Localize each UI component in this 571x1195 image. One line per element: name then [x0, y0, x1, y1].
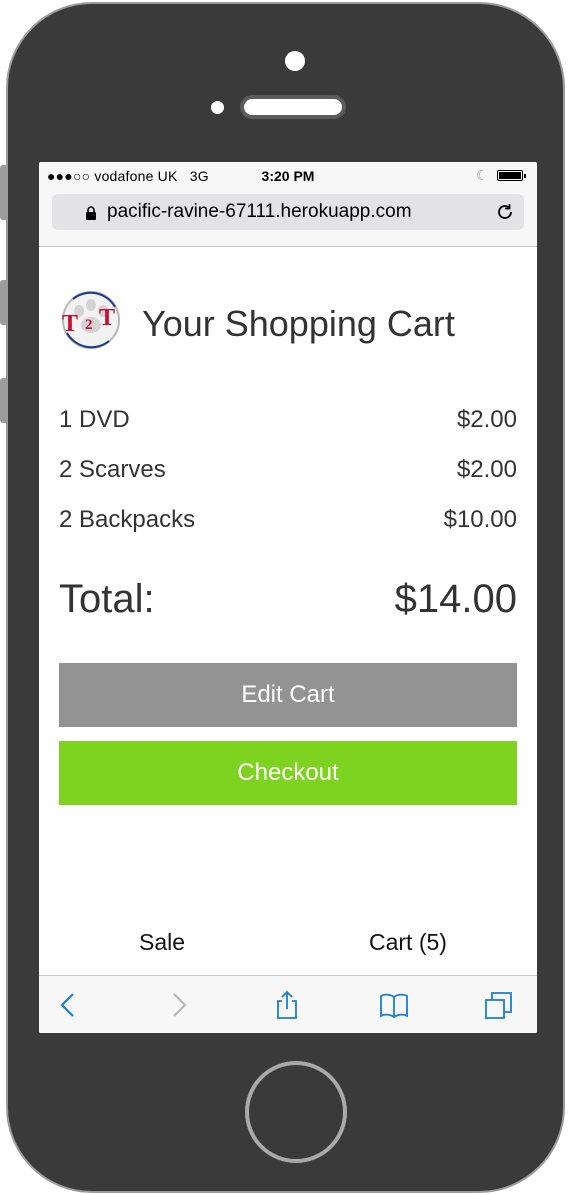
do-not-disturb-icon: ☾ — [476, 167, 489, 183]
item-name: 1 DVD — [59, 406, 130, 433]
bookmarks-icon[interactable] — [379, 990, 409, 1020]
cart-items: 1 DVD $2.00 2 Scarves $2.00 2 Backpacks … — [59, 402, 517, 552]
svg-text:T: T — [62, 311, 78, 337]
tabs-icon[interactable] — [484, 990, 514, 1020]
cart-item-row: 1 DVD $2.00 — [59, 402, 517, 452]
edit-cart-button[interactable]: Edit Cart — [59, 663, 517, 727]
lock-icon — [86, 206, 96, 220]
svg-text:2: 2 — [85, 317, 93, 333]
volume-up-button[interactable] — [0, 280, 6, 325]
volume-down-button[interactable] — [0, 378, 6, 423]
total-value: $14.00 — [394, 577, 517, 621]
total-label: Total: — [59, 577, 155, 621]
battery-icon — [497, 170, 526, 181]
share-icon[interactable] — [272, 990, 302, 1020]
page-title: Your Shopping Cart — [142, 303, 455, 344]
nav-sale-link[interactable]: Sale — [139, 929, 185, 956]
total-row: Total: $14.00 — [59, 577, 517, 627]
item-price: $10.00 — [443, 506, 517, 533]
cart-item-row: 2 Scarves $2.00 — [59, 452, 517, 502]
reload-icon[interactable] — [495, 202, 515, 222]
svg-text:T: T — [99, 305, 115, 331]
url-text: pacific-ravine-67111.herokuapp.com — [107, 201, 412, 222]
nav-cart-link[interactable]: Cart (5) — [369, 929, 447, 956]
mute-switch[interactable] — [0, 165, 6, 220]
status-bar: ●●●○○ vodafone UK 3G 3:20 PM ☾ — [39, 162, 537, 190]
safari-toolbar — [39, 975, 537, 1033]
front-camera — [285, 51, 305, 71]
back-icon[interactable] — [53, 990, 83, 1020]
t2t-logo[interactable]: T 2 T — [59, 289, 123, 351]
address-bar-area: pacific-ravine-67111.herokuapp.com — [39, 190, 537, 247]
item-price: $2.00 — [456, 456, 517, 483]
proximity-sensor — [211, 101, 224, 114]
cart-item-row: 2 Backpacks $10.00 — [59, 502, 517, 552]
earpiece-speaker — [240, 95, 346, 119]
forward-icon[interactable] — [164, 990, 194, 1020]
item-name: 2 Scarves — [59, 456, 166, 483]
status-time: 3:20 PM — [261, 168, 315, 184]
checkout-button[interactable]: Checkout — [59, 741, 517, 805]
address-bar[interactable]: pacific-ravine-67111.herokuapp.com — [52, 194, 524, 230]
item-name: 2 Backpacks — [59, 506, 196, 533]
item-price: $2.00 — [456, 406, 517, 433]
home-button[interactable] — [245, 1061, 347, 1163]
screen: ●●●○○ vodafone UK 3G 3:20 PM ☾ pacific-r… — [39, 162, 537, 1033]
bottom-nav: Sale Cart (5) — [39, 920, 537, 976]
